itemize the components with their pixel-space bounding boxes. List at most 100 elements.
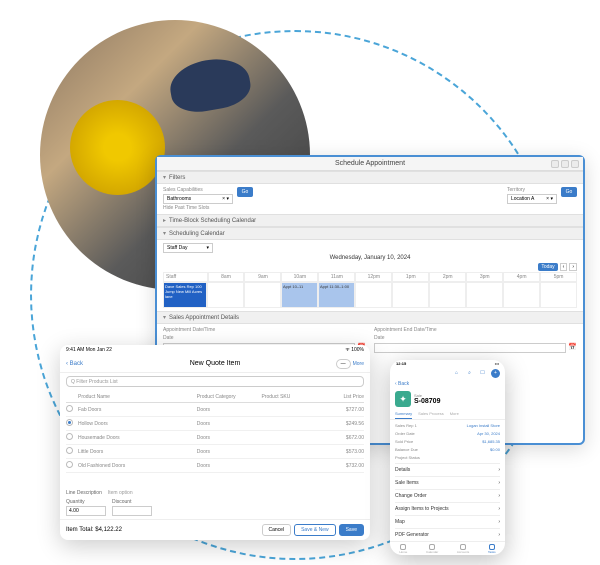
chevron-down-icon: × ▾ (546, 196, 553, 202)
time-slot[interactable] (466, 282, 503, 308)
col-product-sku[interactable]: Product SKU (261, 394, 315, 400)
filters-label: Filters (169, 175, 185, 181)
hour-header: 8am (208, 272, 245, 282)
phone-menu-item[interactable]: Sale Items› (395, 476, 500, 489)
time-slot[interactable] (392, 282, 429, 308)
nav-tasks[interactable]: Tasks (488, 544, 496, 554)
more-button[interactable]: More (353, 361, 364, 367)
time-slot[interactable] (429, 282, 466, 308)
nav-accounts[interactable]: Accounts (457, 544, 469, 554)
phone-menu-item[interactable]: Map› (395, 515, 500, 528)
hour-header: 10am (281, 272, 318, 282)
col-product-category[interactable]: Product Category (197, 394, 262, 400)
back-button[interactable]: ‹ Back (66, 361, 83, 367)
minimize-icon[interactable] (551, 160, 559, 168)
nav-calendar[interactable]: Calendar (426, 544, 438, 554)
field-value[interactable]: $0.00 (490, 447, 500, 452)
end-date-input[interactable] (374, 343, 566, 353)
phone-back-nav[interactable]: ‹ Back (390, 379, 505, 389)
today-button[interactable]: Today (538, 263, 557, 271)
phone-menu-item[interactable]: Change Order› (395, 489, 500, 502)
calendar-view-select[interactable]: Staff Day▾ (163, 243, 213, 253)
discount-input[interactable] (112, 506, 152, 516)
next-day-button[interactable]: › (569, 263, 577, 271)
bookmark-icon[interactable]: ☐ (478, 369, 487, 378)
phone-menu-item[interactable]: Details› (395, 463, 500, 476)
chevron-down-icon: ▾ (163, 174, 166, 181)
line-desc-value[interactable]: Item option (108, 490, 133, 496)
product-filter-input[interactable]: Q Filter Products List (66, 376, 364, 387)
hour-header: 2pm (429, 272, 466, 282)
product-row[interactable]: Housemade DoorsDoors$672.00 (66, 431, 364, 445)
wifi-icon: ᯤ 100% (345, 347, 364, 353)
phone-field: Sold Price$1,685.35 (395, 438, 500, 445)
details-section-header[interactable]: ▾ Sales Appointment Details (157, 311, 583, 324)
radio-icon[interactable] (66, 433, 73, 440)
staff-block[interactable]: Dave Sales Rep 100 Jump New Mill Acres l… (164, 283, 206, 307)
sale-id: S-08709 (414, 398, 440, 405)
field-value[interactable]: Apr 30, 2024 (477, 431, 500, 436)
close-icon[interactable] (571, 160, 579, 168)
time-slot[interactable]: Appt 11:30–1:00 (318, 282, 355, 308)
maximize-icon[interactable] (561, 160, 569, 168)
field-value[interactable]: Logan Install Store (467, 423, 500, 428)
product-row[interactable]: Hollow DoorsDoors$249.56 (66, 417, 364, 431)
staff-cell[interactable]: Dave Sales Rep 100 Jump New Mill Acres l… (163, 282, 207, 308)
tablet-title: New Quote Item (190, 360, 241, 367)
window-controls (551, 160, 579, 168)
product-category: Doors (197, 435, 262, 441)
col-list-price[interactable]: List Price (315, 394, 364, 400)
phone-menu-item[interactable]: Assign Items to Projects› (395, 502, 500, 515)
appointment-block[interactable]: Appt 10–11 (282, 283, 317, 307)
tab-more[interactable]: More (450, 409, 459, 419)
filters-section-header[interactable]: ▾ Filters (157, 171, 583, 184)
go-button-2[interactable]: Go (561, 187, 577, 197)
tablet-footer: Item Total: $4,122.22 Cancel Save & New … (60, 519, 370, 540)
phone-menu-item[interactable]: PDF Generator› (395, 528, 500, 541)
time-slot[interactable]: Appt 10–11 (281, 282, 318, 308)
radio-icon[interactable] (66, 405, 73, 412)
field-label: Sales Rep 1 (395, 423, 417, 428)
add-icon[interactable]: + (491, 369, 500, 378)
tab-sales-process[interactable]: Sales Process (418, 409, 444, 419)
sort-button[interactable]: — (336, 359, 351, 369)
prev-day-button[interactable]: ‹ (560, 263, 568, 271)
radio-icon[interactable] (66, 447, 73, 454)
product-category: Doors (197, 407, 262, 413)
product-row[interactable]: Fab DoorsDoors$727.00 (66, 403, 364, 417)
tab-summary[interactable]: Summary (395, 409, 412, 419)
filters-row: Sales Capabilities Bathrooms× ▾ Hide Pas… (157, 184, 583, 214)
time-slot[interactable] (540, 282, 577, 308)
save-new-button[interactable]: Save & New (294, 524, 336, 536)
time-slot[interactable] (355, 282, 392, 308)
x-icon[interactable]: × ▾ (222, 196, 229, 202)
chevron-right-icon: ▸ (163, 217, 166, 224)
calendar-icon[interactable]: 📅 (568, 343, 577, 353)
field-value[interactable]: $1,685.35 (482, 439, 500, 444)
chevron-right-icon: › (498, 532, 500, 538)
radio-icon[interactable] (66, 419, 73, 426)
scheduling-section-header[interactable]: ▾ Scheduling Calendar (157, 227, 583, 240)
home-icon[interactable]: ⌂ (452, 369, 461, 378)
territory-filter-label: Territory (507, 187, 557, 193)
territory-filter-select[interactable]: Location A× ▾ (507, 194, 557, 204)
sales-filter-select[interactable]: Bathrooms× ▾ (163, 194, 233, 204)
go-button[interactable]: Go (237, 187, 253, 197)
appointment-block[interactable]: Appt 11:30–1:00 (319, 283, 354, 307)
discount-label: Discount (112, 499, 152, 505)
timeblock-section-header[interactable]: ▸ Time-Block Scheduling Calendar (157, 214, 583, 227)
tablet-time: 9:41 AM Mon Jan 22 (66, 347, 112, 353)
save-button[interactable]: Save (339, 524, 364, 536)
radio-icon[interactable] (66, 461, 73, 468)
time-slot[interactable] (503, 282, 540, 308)
search-icon[interactable]: ⌕ (465, 369, 474, 378)
cancel-button[interactable]: Cancel (262, 524, 292, 536)
col-product-name[interactable]: Product Name (78, 394, 197, 400)
nav-home[interactable]: Home (399, 544, 407, 554)
quantity-input[interactable] (66, 506, 106, 516)
product-row[interactable]: Old Fashioned DoorsDoors$732.00 (66, 459, 364, 473)
product-row[interactable]: Little DoorsDoors$573.00 (66, 445, 364, 459)
time-slot[interactable] (244, 282, 281, 308)
phone-bottom-nav: Home Calendar Accounts Tasks (390, 541, 505, 555)
time-slot[interactable] (207, 282, 244, 308)
